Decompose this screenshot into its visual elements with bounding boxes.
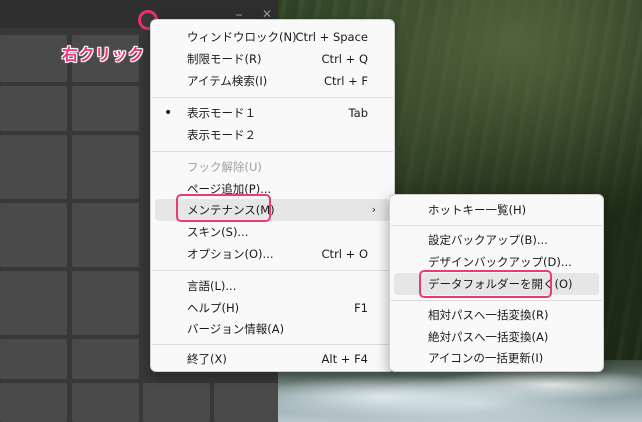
grid-cell[interactable] — [0, 271, 67, 335]
menu-separator — [152, 151, 393, 152]
menu-item-item-search[interactable]: アイテム検索(I) Ctrl + F — [155, 70, 390, 92]
highlight-box-open-data-folder — [419, 270, 552, 298]
menu-item-label: オプション(O)... — [187, 247, 274, 261]
menu-separator — [152, 270, 393, 271]
grid-cell[interactable] — [72, 383, 139, 422]
menu-item-help[interactable]: ヘルプ(H) F1 — [155, 297, 390, 319]
submenu-item-absolute-path-convert[interactable]: 絶対パスへ一括変換(A) — [394, 326, 599, 348]
menu-item-label: 終了(X) — [187, 352, 227, 366]
grid-cell[interactable] — [0, 86, 67, 131]
selected-bullet-icon: • — [164, 105, 173, 121]
submenu-item-settings-backup[interactable]: 設定バックアップ(B)... — [394, 229, 599, 251]
grid-cell[interactable] — [72, 339, 139, 379]
grid-cell[interactable] — [0, 203, 67, 267]
menu-item-display-mode-2[interactable]: 表示モード２ — [155, 124, 390, 146]
menu-item-label: アイテム検索(I) — [187, 74, 268, 88]
menu-separator — [152, 97, 393, 98]
menu-item-shortcut: Ctrl + Space — [295, 30, 368, 44]
menu-item-display-mode-1[interactable]: • 表示モード１ Tab — [155, 102, 390, 124]
menu-item-shortcut: Alt + F4 — [321, 352, 368, 366]
menu-item-shortcut: F1 — [354, 301, 368, 315]
grid-cell[interactable] — [143, 383, 210, 422]
menu-item-label: 相対パスへ一括変換(R) — [428, 308, 549, 322]
chevron-right-icon: › — [371, 203, 376, 216]
menu-item-label: ウィンドウロック(N) — [187, 30, 297, 44]
grid-cell[interactable] — [72, 135, 139, 199]
menu-item-shortcut: Ctrl + F — [323, 74, 368, 88]
grid-cell[interactable] — [0, 339, 67, 379]
menu-item-label: 表示モード２ — [187, 128, 256, 142]
menu-item-label: 絶対パスへ一括変換(A) — [428, 330, 549, 344]
grid-cell[interactable] — [214, 383, 278, 422]
highlight-box-maintenance — [176, 194, 271, 222]
menu-item-label: スキン(S)... — [187, 225, 249, 239]
menu-item-shortcut: Ctrl + Q — [321, 52, 368, 66]
menu-item-shortcut: Tab — [348, 106, 368, 120]
menu-item-language[interactable]: 言語(L)... — [155, 275, 390, 297]
right-click-annotation-label: 右クリック — [62, 45, 145, 64]
menu-item-options[interactable]: オプション(O)... Ctrl + O — [155, 243, 390, 265]
menu-item-unhook: フック解除(U) — [155, 156, 390, 178]
grid-cell[interactable] — [72, 203, 139, 267]
menu-item-shortcut: Ctrl + O — [321, 247, 368, 261]
submenu-item-relative-path-convert[interactable]: 相対パスへ一括変換(R) — [394, 304, 599, 326]
grid-cell[interactable] — [0, 135, 67, 199]
grid-cell[interactable] — [72, 86, 139, 131]
menu-item-label: バージョン情報(A) — [187, 322, 285, 336]
menu-item-skin[interactable]: スキン(S)... — [155, 221, 390, 243]
submenu-item-hotkey-list[interactable]: ホットキー一覧(H) — [394, 199, 599, 221]
menu-item-label: 制限モード(R) — [187, 52, 262, 66]
menu-item-exit[interactable]: 終了(X) Alt + F4 — [155, 348, 390, 370]
menu-separator — [152, 344, 393, 345]
menu-item-label: 言語(L)... — [187, 279, 237, 293]
menu-item-version-info[interactable]: バージョン情報(A) — [155, 318, 390, 340]
menu-item-window-lock[interactable]: ウィンドウロック(N) Ctrl + Space — [155, 26, 390, 48]
grid-cell[interactable] — [0, 35, 67, 82]
grid-cell[interactable] — [72, 271, 139, 335]
menu-item-restricted-mode[interactable]: 制限モード(R) Ctrl + Q — [155, 48, 390, 70]
grid-cell[interactable] — [0, 383, 67, 422]
menu-item-label: 表示モード１ — [187, 106, 256, 120]
menu-item-label: ホットキー一覧(H) — [428, 203, 527, 217]
menu-item-label: 設定バックアップ(B)... — [428, 233, 548, 247]
menu-separator — [391, 300, 602, 301]
menu-item-label: ヘルプ(H) — [187, 301, 240, 315]
menu-item-label: アイコンの一括更新(I) — [428, 351, 544, 365]
menu-item-label: フック解除(U) — [187, 160, 262, 174]
menu-separator — [391, 225, 602, 226]
submenu-item-icon-refresh[interactable]: アイコンの一括更新(I) — [394, 347, 599, 369]
